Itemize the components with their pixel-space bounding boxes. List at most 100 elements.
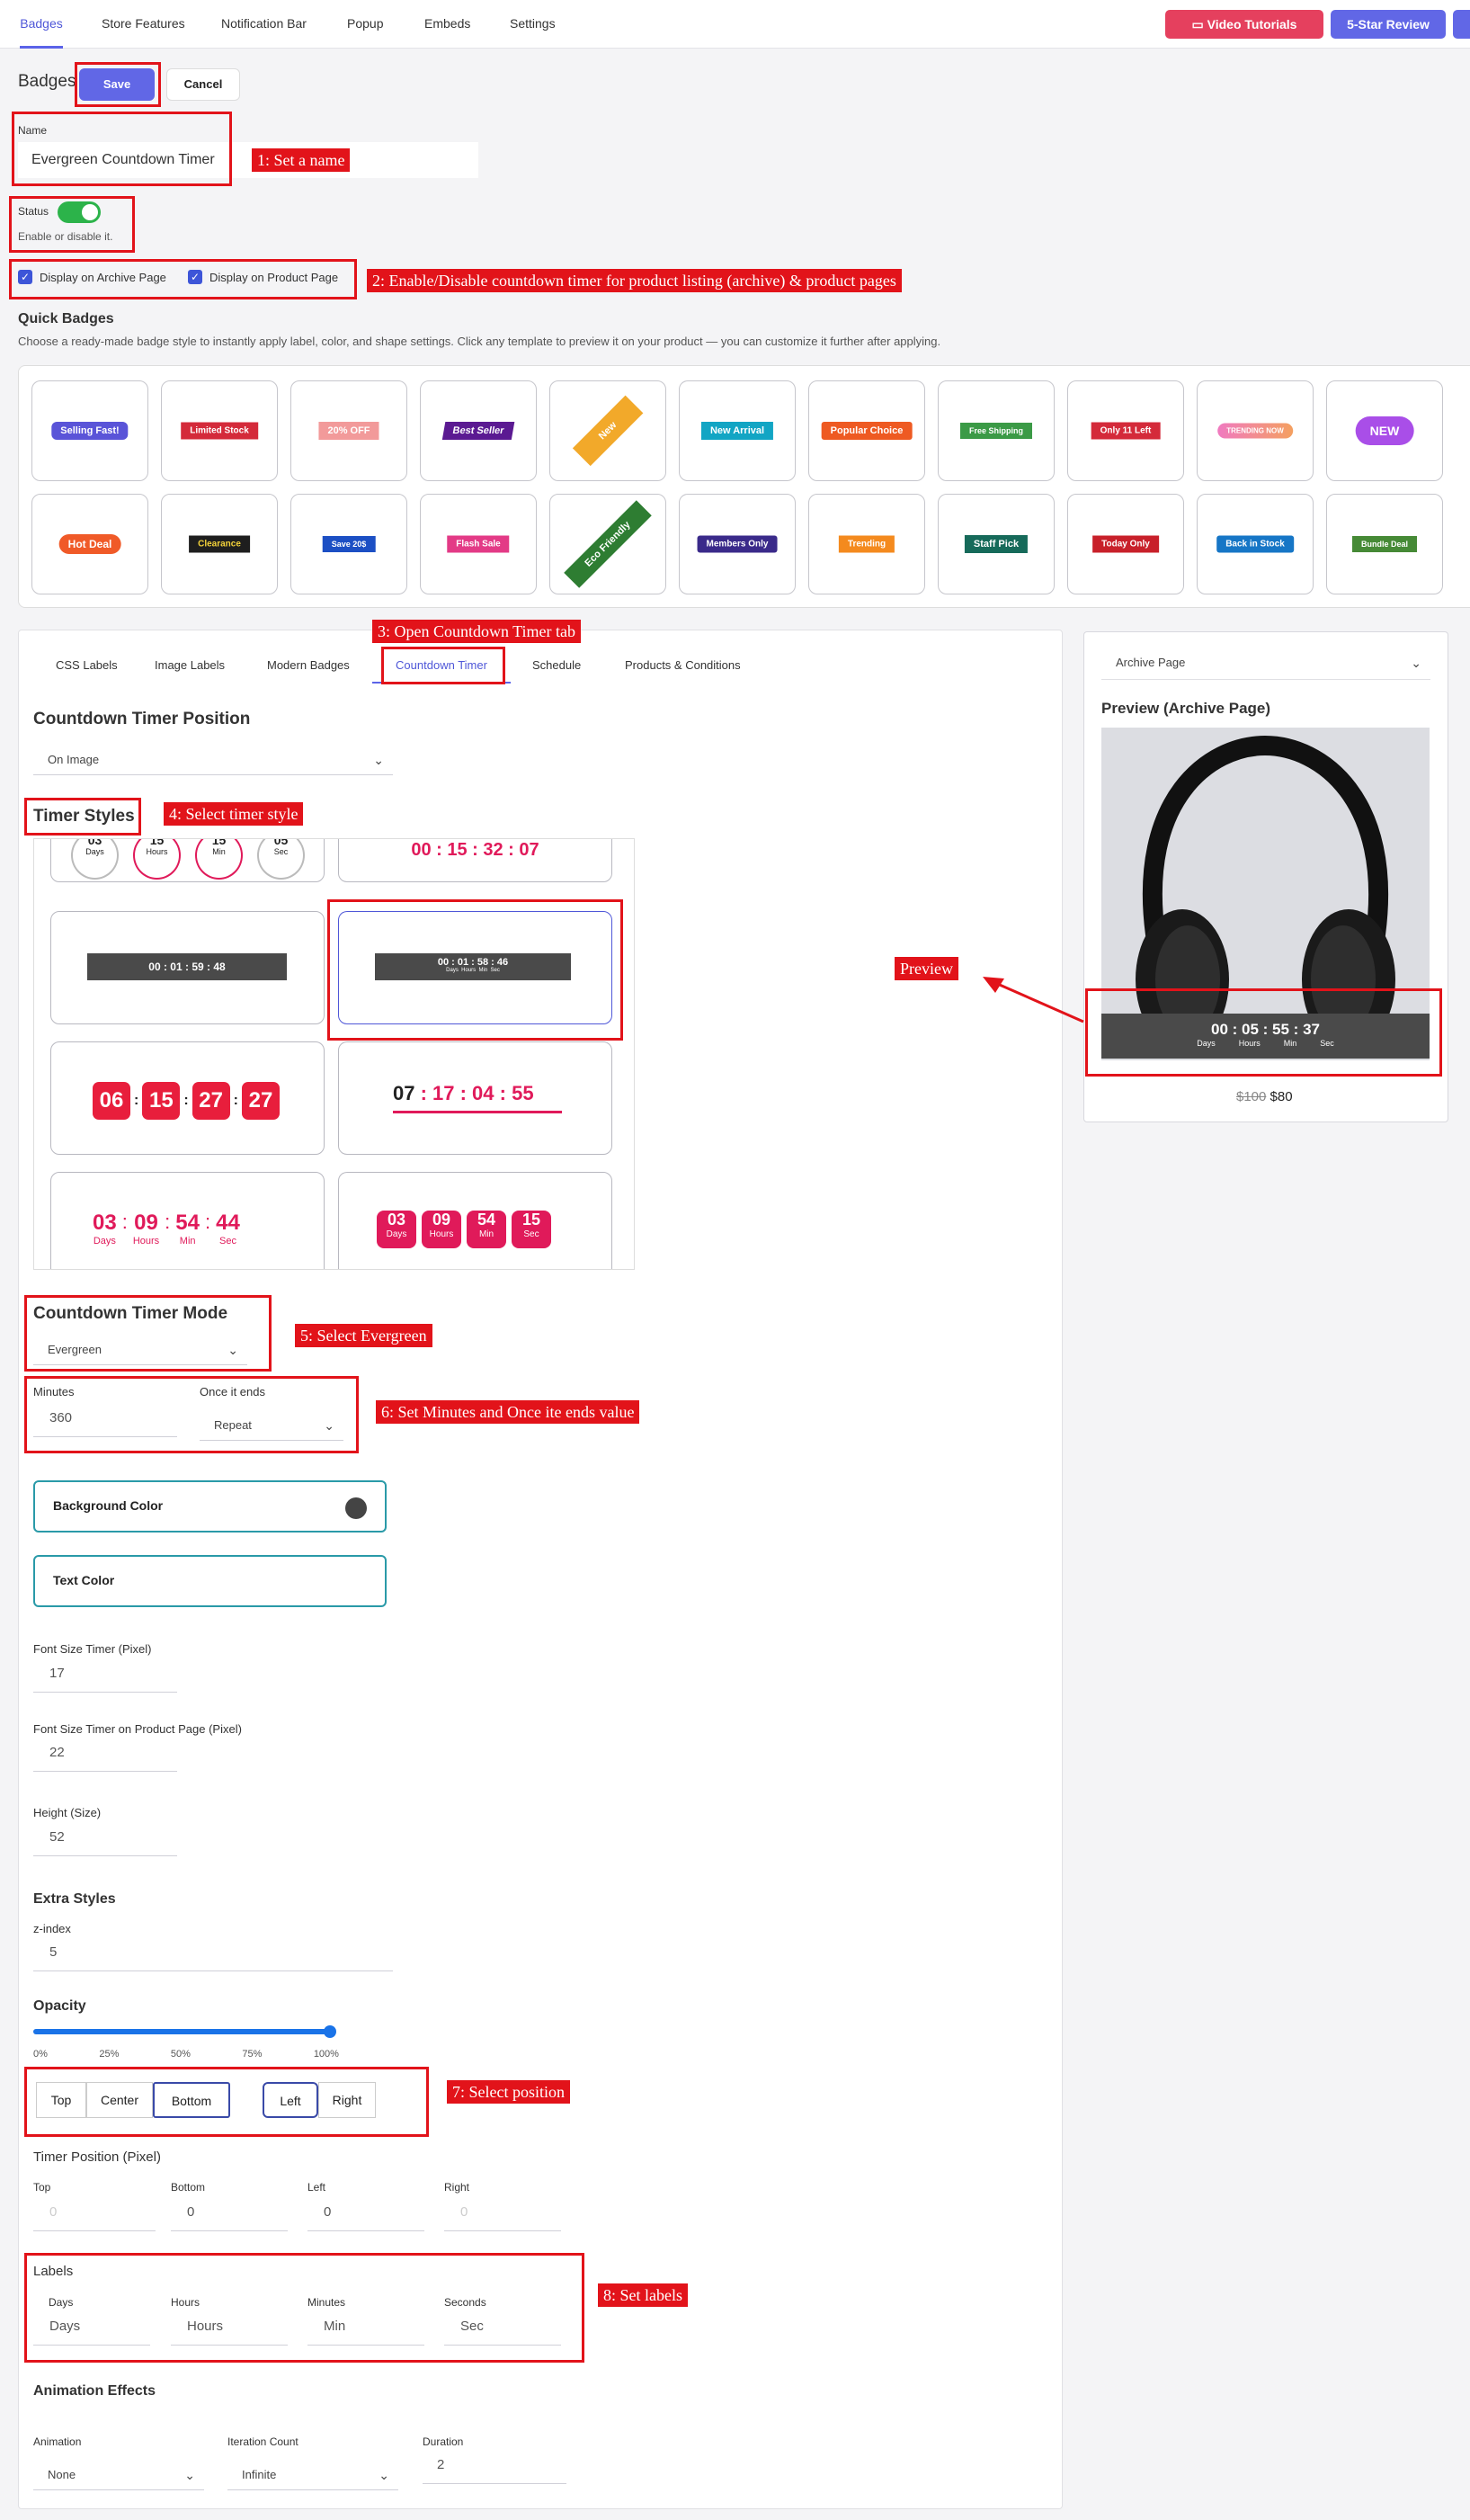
background-color-swatch[interactable] [345,1497,367,1519]
timer-style-pink-units[interactable]: 03 Days: 09 Hours: 54 Min: 44 Sec [50,1172,325,1269]
preview-page-select[interactable]: Archive Page ⌄ [1101,648,1430,680]
duration-input[interactable]: 2 [423,2453,566,2484]
tab-modern-badges[interactable]: Modern Badges [267,648,350,684]
annotation-label-6: 6: Set Minutes and Once ite ends value [376,1400,640,1424]
quick-badge-clearance[interactable]: Clearance [161,494,278,594]
nav-tab-popup[interactable]: Popup [347,0,383,49]
tab-css-labels[interactable]: CSS Labels [56,648,118,684]
quick-badge-save-20[interactable]: Save 20$ [290,494,407,594]
z-index-label: z-index [33,1922,71,1935]
opacity-title: Opacity [33,1998,86,2014]
timer-style-red-blocks[interactable]: 06: 15: 27: 27 [50,1041,325,1155]
timer-style-dark-bar[interactable]: 00 : 01 : 59 : 48 [50,911,325,1024]
cancel-button[interactable]: Cancel [166,68,240,101]
annotation-box-preview [1085,988,1442,1077]
annotation-box-timer-style-selected [327,899,623,1041]
quick-badge-new-pill[interactable]: NEW [1326,380,1443,481]
annotation-label-8: 8: Set labels [598,2283,688,2307]
annotation-label-preview: Preview [895,957,958,980]
nav-tab-embeds[interactable]: Embeds [424,0,470,49]
quick-badge-members-only[interactable]: Members Only [679,494,796,594]
background-color-field[interactable]: Background Color [33,1480,387,1533]
preview-title: Preview (Archive Page) [1101,700,1271,717]
quick-badge-trending-now[interactable]: TRENDING NOW [1197,380,1314,481]
height-input[interactable]: 52 [33,1826,177,1856]
quick-badge-eco-friendly[interactable]: Eco Friendly [549,494,666,594]
chevron-down-icon: ⌄ [379,2468,389,2482]
tp-left-input[interactable]: 0 [307,2201,424,2231]
annotation-label-2: 2: Enable/Disable countdown timer for pr… [367,269,902,292]
text-color-field[interactable]: Text Color [33,1555,387,1607]
annotation-label-5: 5: Select Evergreen [295,1324,432,1347]
timer-position-pixel-title: Timer Position (Pixel) [33,2149,161,2165]
opacity-slider-handle[interactable] [324,2025,336,2038]
annotation-label-3: 3: Open Countdown Timer tab [372,620,582,643]
quick-badge-trending[interactable]: Trending [808,494,925,594]
quick-badge-staff-pick[interactable]: Staff Pick [938,494,1055,594]
tp-right-label: Right [444,2181,470,2194]
nav-tab-store-features[interactable]: Store Features [102,0,185,49]
quick-badge-only-11-left[interactable]: Only 11 Left [1067,380,1184,481]
extra-button[interactable] [1453,10,1470,39]
quick-badge-today-only[interactable]: Today Only [1067,494,1184,594]
chevron-down-icon: ⌄ [1411,656,1421,670]
quick-badge-free-shipping[interactable]: Free Shipping [938,380,1055,481]
quick-badge-limited-stock[interactable]: Limited Stock [161,380,278,481]
annotation-box-position [24,2067,429,2137]
annotation-label-1: 1: Set a name [252,148,351,172]
opacity-ticks: 0% 25% 50% 75% 100% [33,2049,339,2060]
video-tutorials-label: Video Tutorials [1207,17,1297,31]
animation-label: Animation [33,2435,82,2448]
nav-tab-settings[interactable]: Settings [510,0,556,49]
preview-price: $100 $80 [1236,1089,1293,1104]
quick-badge-flash-sale[interactable]: Flash Sale [420,494,537,594]
quick-badge-back-in-stock[interactable]: Back in Stock [1197,494,1314,594]
tp-right-input[interactable]: 0 [444,2201,561,2231]
video-tutorials-button[interactable]: ▭ Video Tutorials [1165,10,1323,39]
annotation-box-labels [24,2253,584,2363]
quick-badge-hot-deal[interactable]: Hot Deal [31,494,148,594]
annotation-box-countdown-tab [381,647,505,684]
font-size-product-input[interactable]: 22 [33,1741,177,1772]
timer-style-circles[interactable]: 03 Days 15 Hours 15 Min 05 Sec [50,839,325,882]
font-size-input[interactable]: 17 [33,1662,177,1693]
tab-image-labels[interactable]: Image Labels [155,648,225,684]
tab-schedule[interactable]: Schedule [532,648,581,684]
quick-badges-title: Quick Badges [18,311,114,326]
nav-tab-notification-bar[interactable]: Notification Bar [221,0,307,49]
z-index-input[interactable]: 5 [33,1941,393,1971]
animation-select[interactable]: None ⌄ [33,2460,204,2490]
annotation-box-name [12,112,232,186]
chevron-down-icon: ⌄ [373,753,384,767]
text-color-label: Text Color [53,1573,115,1587]
tp-bottom-input[interactable]: 0 [171,2201,288,2231]
iteration-select[interactable]: Infinite ⌄ [227,2460,398,2490]
annotation-label-4: 4: Select timer style [164,802,304,826]
chevron-down-icon: ⌄ [184,2468,195,2482]
tab-products-conditions[interactable]: Products & Conditions [625,648,741,684]
quick-badge-popular-choice[interactable]: Popular Choice [808,380,925,481]
timer-style-inline-pink[interactable]: 00 : 15 : 32 : 07 [338,839,612,882]
extra-styles-title: Extra Styles [33,1891,116,1907]
timer-style-underlined[interactable]: 07 : 17 : 04 : 55 [338,1041,612,1155]
review-button[interactable]: 5-Star Review [1331,10,1446,39]
timer-position-select[interactable]: On Image ⌄ [33,745,393,775]
nav-tab-badges[interactable]: Badges [20,0,63,49]
quick-badge-bundle-deal[interactable]: Bundle Deal [1326,494,1443,594]
tp-top-label: Top [33,2181,51,2194]
animation-title: Animation Effects [33,2383,156,2399]
opacity-slider[interactable] [33,2025,336,2038]
video-icon: ▭ [1191,17,1207,31]
annotation-box-minutes [24,1376,359,1453]
animation-value: None [48,2468,76,2481]
quick-badge-20-off[interactable]: 20% OFF [290,380,407,481]
quick-badge-best-seller[interactable]: Best Seller [420,380,537,481]
timer-style-pink-pills[interactable]: 03 Days 09 Hours 54 Min 15 Sec [338,1172,612,1269]
quick-badge-new-ribbon[interactable]: New [549,380,666,481]
timer-position-value: On Image [48,753,100,766]
page-title: Badges [18,72,76,91]
tp-top-input[interactable]: 0 [33,2201,156,2231]
quick-badge-selling-fast[interactable]: Selling Fast! [31,380,148,481]
annotation-label-7: 7: Select position [447,2080,570,2104]
quick-badge-new-arrival[interactable]: New Arrival [679,380,796,481]
